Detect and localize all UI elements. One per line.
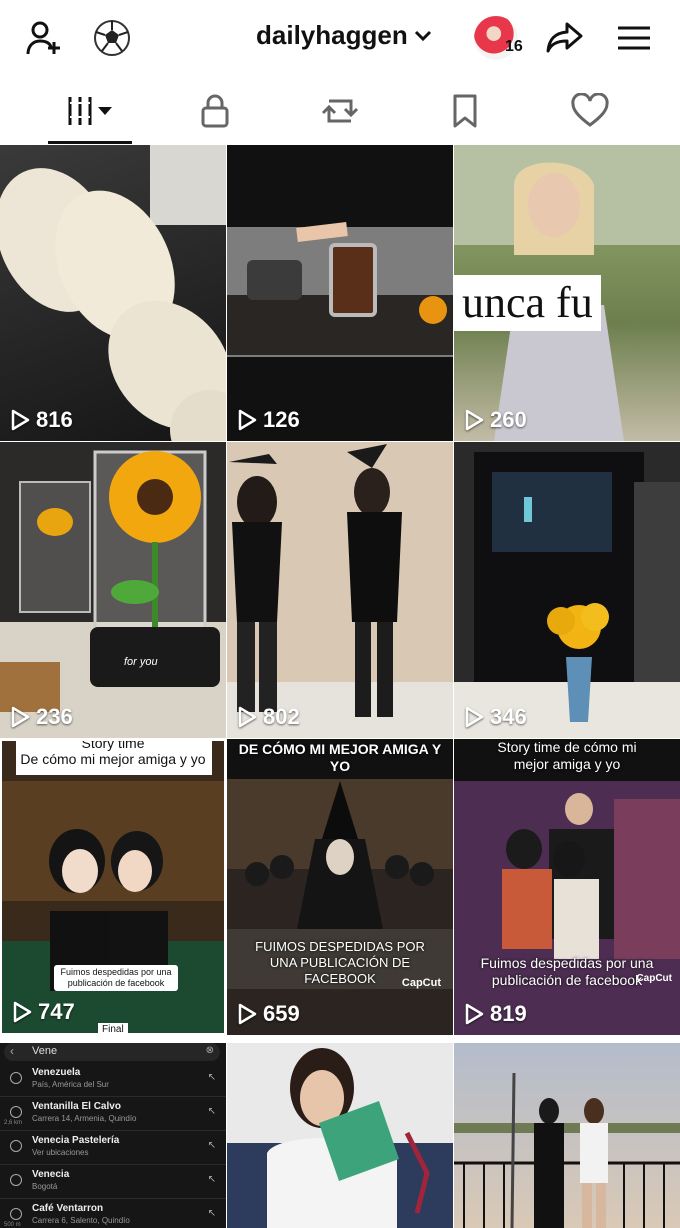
capcut-watermark: CapCut [401, 977, 441, 989]
video-grid: 816 126 unca fu 260 for you 236 802 346 … [0, 145, 680, 1228]
location-icon [10, 1174, 22, 1186]
notification-count: 16 [505, 38, 523, 55]
heart-icon [571, 93, 609, 127]
view-count: 126 [237, 407, 300, 433]
play-icon [465, 409, 484, 431]
video-thumbnail[interactable]: ‹ Vene ⊗ Venezuela País, América del Sur ↖… [0, 1043, 226, 1228]
grid-icon [68, 97, 112, 125]
capcut-watermark: CapCut [636, 973, 672, 984]
video-thumbnail[interactable]: 802 [227, 442, 453, 738]
video-thumbnail[interactable]: unca fu 260 [454, 145, 680, 441]
view-count: 747 [12, 999, 75, 1025]
chevron-down-icon [414, 30, 431, 41]
username: dailyhaggen [256, 20, 408, 50]
witch-table-image [227, 779, 453, 1035]
video-thumbnail[interactable]: for you 236 [0, 442, 226, 738]
list-item: 500 m Café Ventarron Carrera 6, Salento, Q… [0, 1199, 226, 1228]
witch-costumes-image [227, 444, 453, 738]
arrow-icon: ↖ [207, 1106, 216, 1117]
sneakers-image [0, 145, 226, 441]
view-count: 260 [464, 407, 527, 433]
coffee-press-image [227, 222, 453, 357]
caption-top-b: De cómo mi mejor amiga y yo [20, 751, 206, 767]
map-search-query: Vene [32, 1045, 58, 1057]
add-friend-icon[interactable] [24, 18, 64, 58]
play-icon [238, 1003, 257, 1025]
clock-icon [10, 1140, 22, 1152]
tab-reposts[interactable] [277, 78, 403, 144]
sunflower-dome-image [0, 450, 226, 738]
arrow-icon: ↖ [207, 1072, 216, 1083]
tab-favorites[interactable] [402, 78, 528, 144]
profile-tabs [0, 78, 680, 144]
play-icon [11, 409, 30, 431]
video-thumbnail[interactable]: Story time De cómo mi mejor amiga y yo F… [0, 739, 226, 1035]
video-thumbnail[interactable]: DE CÓMO MI MEJOR AMIGA Y YO FUIMOS DESPE… [227, 739, 453, 1035]
back-icon: ‹ [10, 1044, 14, 1058]
overlay-text: for you [124, 656, 158, 668]
tab-private[interactable] [152, 78, 278, 144]
video-thumbnail[interactable] [454, 1043, 680, 1228]
caption-top: Story time de cómo mi mejor amiga y yo [497, 739, 637, 772]
list-item: 2,6 km Ventanilla El Calvo Carrera 14, Arm… [0, 1097, 226, 1131]
list-item: Venezuela País, América del Sur ↖ [0, 1063, 226, 1097]
play-icon [238, 409, 257, 431]
caption-bottom: Fuimos despedidas por una publicación de… [54, 965, 178, 991]
list-item: Venecia Pastelería Ver ubicaciones ↖ [0, 1131, 226, 1165]
video-thumbnail[interactable]: 126 [227, 145, 453, 441]
caption-top: DE CÓMO MI MEJOR AMIGA Y YO [238, 741, 442, 774]
view-count: 816 [10, 407, 73, 433]
video-thumbnail[interactable]: 346 [454, 442, 680, 738]
tab-videos[interactable] [27, 78, 153, 144]
view-count: 236 [10, 704, 73, 730]
arrow-icon: ↖ [207, 1174, 216, 1185]
view-count: 659 [237, 1001, 300, 1027]
username-switcher[interactable]: dailyhaggen [256, 20, 434, 51]
clock-icon [10, 1106, 22, 1118]
view-count: 346 [464, 704, 527, 730]
clock-icon [10, 1072, 22, 1084]
lock-icon [201, 94, 229, 128]
soccer-ball-icon[interactable] [92, 18, 132, 58]
location-icon [10, 1208, 22, 1220]
couple-balcony-image [454, 1072, 680, 1228]
play-icon [238, 706, 257, 728]
share-icon[interactable] [545, 18, 585, 58]
tab-liked[interactable] [527, 78, 653, 144]
arrow-icon: ↖ [207, 1208, 216, 1219]
repost-icon [321, 99, 359, 123]
play-icon [13, 1001, 32, 1023]
video-thumbnail[interactable] [227, 1043, 453, 1228]
play-icon [465, 1003, 484, 1025]
list-item: Venecia Bogotá ↖ [0, 1165, 226, 1199]
view-count: 802 [237, 704, 300, 730]
menu-icon[interactable] [614, 18, 654, 58]
play-icon [11, 706, 30, 728]
video-thumbnail[interactable]: 816 [0, 145, 226, 441]
bookmark-icon [453, 94, 477, 128]
clear-icon: ⊗ [205, 1045, 214, 1056]
final-badge: Final [98, 1023, 128, 1033]
map-search-input: ‹ Vene ⊗ [4, 1043, 220, 1061]
casino-manager-image [454, 781, 680, 1035]
arrow-icon: ↖ [207, 1140, 216, 1151]
overlay-text: unca fu [454, 275, 601, 331]
profile-header: dailyhaggen 16 [0, 0, 680, 78]
play-icon [465, 706, 484, 728]
view-count: 819 [464, 1001, 527, 1027]
living-room-image [454, 452, 680, 738]
reading-girl-image [227, 1048, 453, 1228]
video-thumbnail[interactable]: Story time de cómo mi mejor amiga y yo F… [454, 739, 680, 1035]
active-tab-indicator [48, 141, 132, 144]
